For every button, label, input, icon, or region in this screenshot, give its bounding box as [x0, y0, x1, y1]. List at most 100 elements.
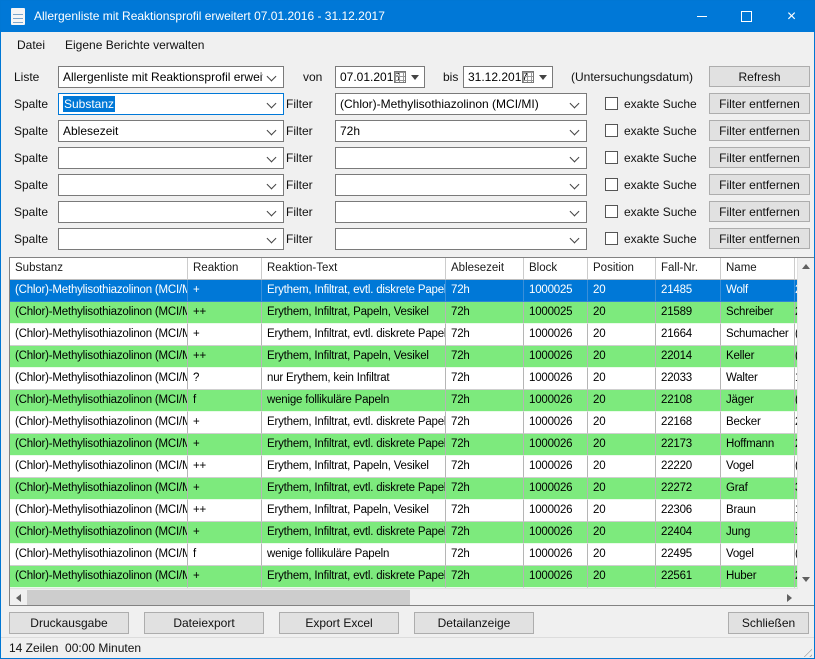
- col-header-name[interactable]: Name: [721, 258, 795, 280]
- spalte-combobox[interactable]: Ablesezeit: [58, 120, 284, 142]
- filter-combobox[interactable]: [335, 147, 587, 169]
- filter-entfernen-button[interactable]: Filter entfernen: [709, 93, 810, 114]
- resize-grip[interactable]: [800, 645, 812, 657]
- cell-position: 20: [588, 280, 656, 302]
- cell-fall-nr: 22306: [656, 500, 721, 522]
- horizontal-scrollbar-thumb[interactable]: [27, 590, 410, 605]
- von-date-value: 07.01.2016: [340, 67, 400, 87]
- filter-label: Filter: [286, 93, 313, 115]
- table-row[interactable]: (Chlor)-Methylisothiazolinon (MCI/MI) + …: [10, 324, 798, 346]
- scrollbar-corner: [798, 588, 814, 605]
- table-row[interactable]: (Chlor)-Methylisothiazolinon (MCI/MI) + …: [10, 434, 798, 456]
- arrow-up-icon: [802, 264, 810, 269]
- chevron-down-icon: [267, 234, 277, 244]
- minimize-button[interactable]: [679, 1, 724, 32]
- cell-ablesezeit: 72h: [446, 434, 524, 456]
- table-row[interactable]: (Chlor)-Methylisothiazolinon (MCI/MI) + …: [10, 412, 798, 434]
- cell-block: 1000026: [524, 412, 588, 434]
- scroll-left-button[interactable]: [10, 589, 27, 605]
- cell-position: 20: [588, 302, 656, 324]
- menu-datei[interactable]: Datei: [7, 32, 55, 58]
- col-header-block[interactable]: Block: [524, 258, 588, 280]
- druckausgabe-button[interactable]: Druckausgabe: [9, 612, 129, 634]
- maximize-button[interactable]: [724, 1, 769, 32]
- spalte-combobox[interactable]: [58, 201, 284, 223]
- cell-reaktion-text: Erythem, Infiltrat, Papeln, Vesikel: [262, 456, 446, 478]
- menu-eigene-berichte[interactable]: Eigene Berichte verwalten: [55, 32, 214, 58]
- close-button[interactable]: ×: [769, 1, 814, 32]
- spalte-combobox[interactable]: [58, 228, 284, 250]
- spalte-combobox[interactable]: [58, 174, 284, 196]
- col-header-reaktion-text[interactable]: Reaktion-Text: [262, 258, 446, 280]
- detailanzeige-button[interactable]: Detailanzeige: [414, 612, 534, 634]
- bis-date-value: 31.12.2017: [468, 67, 528, 87]
- filter-entfernen-button[interactable]: Filter entfernen: [709, 120, 810, 141]
- cell-position: 20: [588, 522, 656, 544]
- spalte-combobox[interactable]: Substanz: [58, 93, 284, 115]
- exakte-suche-checkbox[interactable]: [605, 97, 618, 110]
- date-dropdown-icon: [411, 75, 419, 80]
- cell-position: 20: [588, 566, 656, 588]
- cell-position: 20: [588, 478, 656, 500]
- filter-combobox[interactable]: [335, 174, 587, 196]
- table-row[interactable]: (Chlor)-Methylisothiazolinon (MCI/MI) ++…: [10, 500, 798, 522]
- scroll-down-button[interactable]: [798, 571, 814, 588]
- col-header-substanz[interactable]: Substanz: [10, 258, 188, 280]
- von-date-field[interactable]: 07.01.2016: [335, 66, 425, 88]
- filter-entfernen-button[interactable]: Filter entfernen: [709, 147, 810, 168]
- vertical-scrollbar[interactable]: [797, 258, 814, 588]
- exakte-suche-checkbox[interactable]: [605, 232, 618, 245]
- untersuchungsdatum-hint: (Untersuchungsdatum): [571, 66, 693, 88]
- table-row[interactable]: (Chlor)-Methylisothiazolinon (MCI/MI) + …: [10, 478, 798, 500]
- cell-reaktion: +: [188, 522, 262, 544]
- table-row[interactable]: (Chlor)-Methylisothiazolinon (MCI/MI) f …: [10, 390, 798, 412]
- exakte-suche-checkbox[interactable]: [605, 151, 618, 164]
- arrow-left-icon: [16, 594, 21, 602]
- table-row[interactable]: (Chlor)-Methylisothiazolinon (MCI/MI) ++…: [10, 456, 798, 478]
- filter-combobox[interactable]: [335, 228, 587, 250]
- liste-combobox[interactable]: Allergenliste mit Reaktionsprofil erweit…: [58, 66, 284, 88]
- cell-ablesezeit: 72h: [446, 478, 524, 500]
- horizontal-scrollbar[interactable]: [10, 588, 798, 605]
- refresh-button[interactable]: Refresh: [709, 66, 810, 87]
- filter-label: Filter: [286, 228, 313, 250]
- exakte-suche-checkbox[interactable]: [605, 178, 618, 191]
- table-row[interactable]: (Chlor)-Methylisothiazolinon (MCI/MI) + …: [10, 280, 798, 302]
- results-table: Substanz Reaktion Reaktion-Text Ableseze…: [9, 257, 815, 606]
- scroll-right-button[interactable]: [781, 589, 798, 605]
- cell-fall-nr: 22014: [656, 346, 721, 368]
- table-row[interactable]: (Chlor)-Methylisothiazolinon (MCI/MI) ? …: [10, 368, 798, 390]
- cell-ablesezeit: 72h: [446, 566, 524, 588]
- arrow-right-icon: [787, 594, 792, 602]
- bis-date-field[interactable]: 31.12.2017: [463, 66, 553, 88]
- export-excel-button[interactable]: Export Excel: [279, 612, 399, 634]
- col-header-fall-nr[interactable]: Fall-Nr.: [656, 258, 721, 280]
- table-row[interactable]: (Chlor)-Methylisothiazolinon (MCI/MI) + …: [10, 566, 798, 588]
- filter-entfernen-button[interactable]: Filter entfernen: [709, 174, 810, 195]
- table-row[interactable]: (Chlor)-Methylisothiazolinon (MCI/MI) + …: [10, 522, 798, 544]
- cell-reaktion: +: [188, 478, 262, 500]
- table-row[interactable]: (Chlor)-Methylisothiazolinon (MCI/MI) ++…: [10, 302, 798, 324]
- filter-entfernen-button[interactable]: Filter entfernen: [709, 228, 810, 249]
- exakte-suche-checkbox[interactable]: [605, 205, 618, 218]
- cell-ablesezeit: 72h: [446, 302, 524, 324]
- filter-combobox[interactable]: (Chlor)-Methylisothiazolinon (MCI/MI): [335, 93, 587, 115]
- col-header-reaktion[interactable]: Reaktion: [188, 258, 262, 280]
- filter-entfernen-button[interactable]: Filter entfernen: [709, 201, 810, 222]
- col-header-ablesezeit[interactable]: Ablesezeit: [446, 258, 524, 280]
- exakte-suche-checkbox[interactable]: [605, 124, 618, 137]
- minimize-icon: [697, 16, 707, 17]
- col-header-position[interactable]: Position: [588, 258, 656, 280]
- filter-combobox[interactable]: 72h: [335, 120, 587, 142]
- table-row[interactable]: (Chlor)-Methylisothiazolinon (MCI/MI) f …: [10, 544, 798, 566]
- scroll-up-button[interactable]: [798, 258, 814, 275]
- cell-ablesezeit: 72h: [446, 456, 524, 478]
- cell-reaktion: +: [188, 412, 262, 434]
- cell-ablesezeit: 72h: [446, 280, 524, 302]
- dateiexport-button[interactable]: Dateiexport: [144, 612, 264, 634]
- filter-row: Spalte Filter exakte Suche Filter entfer…: [1, 174, 814, 196]
- spalte-combobox[interactable]: [58, 147, 284, 169]
- table-row[interactable]: (Chlor)-Methylisothiazolinon (MCI/MI) ++…: [10, 346, 798, 368]
- filter-combobox[interactable]: [335, 201, 587, 223]
- schliessen-button[interactable]: Schließen: [728, 612, 809, 634]
